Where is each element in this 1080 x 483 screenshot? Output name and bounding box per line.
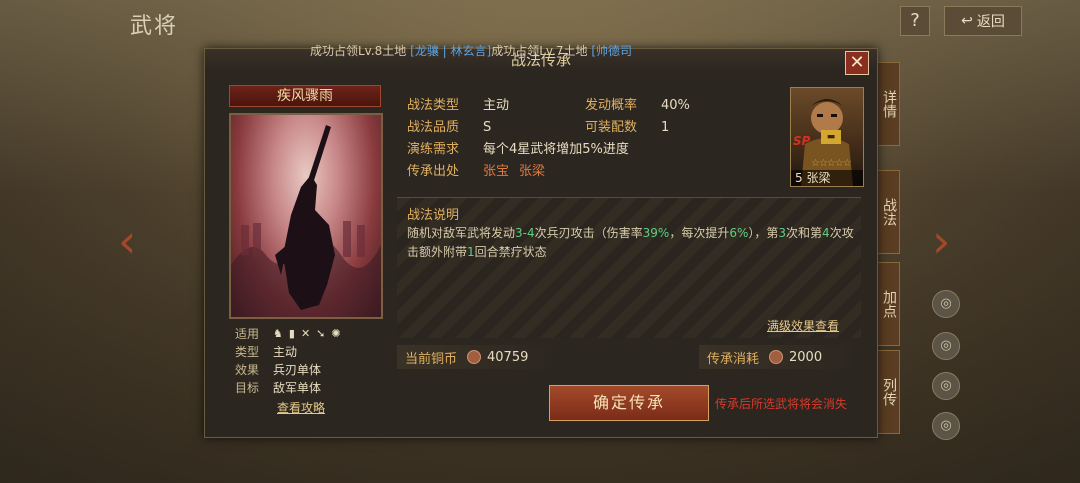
marquee-text-1: 成功占领Lv.8土地	[310, 44, 407, 58]
info-source-row: 传承出处 张宝 张梁	[407, 161, 629, 183]
desc-num: 4	[822, 226, 830, 240]
back-button[interactable]: ↩ 返回	[944, 6, 1022, 36]
broadcast-marquee: 成功占领Lv.8土地 [龙骧 | 林玄言]成功占领Lv.7土地 [帅德司	[310, 42, 770, 60]
inherit-cost-value: 2000	[789, 349, 823, 365]
info-type-value: 主动	[483, 98, 510, 113]
skill-art	[229, 113, 383, 319]
confirm-inherit-button[interactable]: 确定传承	[549, 385, 709, 421]
info-slots-value: 1	[661, 120, 670, 135]
attr-target-row: 目标 敌军单体	[235, 379, 341, 397]
hero-caption: 5 张梁	[791, 170, 863, 186]
desc-part: 次兵刃攻击（伤害率	[534, 226, 643, 240]
attr-type-value: 主动	[273, 345, 298, 359]
info-req-value: 每个4星武将增加5%进度	[483, 142, 629, 157]
current-copper-row: 当前铜币 40759	[397, 345, 561, 369]
desc-increase: 6%	[729, 226, 749, 240]
inherit-cost-row: 传承消耗 2000	[699, 345, 861, 369]
shield-icon: ▮	[288, 327, 295, 340]
side-icon-3[interactable]: ◎	[932, 372, 960, 400]
info-quality-value: S	[483, 120, 492, 135]
attr-effect-row: 效果 兵刃单体	[235, 361, 341, 379]
current-copper-value: 40759	[487, 349, 529, 365]
info-prob-label: 发动概率	[585, 98, 638, 113]
marquee-text-2: 成功占领Lv.7土地	[491, 44, 588, 58]
hero-chest-icon: ▬	[821, 130, 841, 144]
side-icon-1[interactable]: ◎	[932, 290, 960, 318]
spear-icon: ➘	[316, 327, 326, 340]
source-zhangbao-link[interactable]: 张宝	[483, 161, 509, 183]
back-button-label: 返回	[976, 14, 1005, 30]
desc-range: 3-4	[515, 226, 535, 240]
attr-target-value: 敌军单体	[273, 381, 322, 395]
attr-effect-label: 效果	[235, 363, 260, 377]
attr-effect-value: 兵刃单体	[273, 363, 322, 377]
skill-name: 疾风骤雨	[229, 85, 381, 107]
desc-part: 回合禁疗状态	[474, 245, 547, 259]
current-copper-label: 当前铜币	[405, 351, 458, 367]
desc-part: ），第	[748, 226, 779, 240]
marquee-player-tag: [龙骧 | 林玄言]	[410, 44, 492, 58]
info-source-label: 传承出处	[407, 164, 460, 179]
skill-art-image	[231, 125, 381, 317]
bow-icon: ✕	[300, 327, 311, 340]
cavalry-icon: ♞	[273, 327, 283, 340]
desc-part: ，每次提升	[669, 226, 730, 240]
desc-num: 3	[778, 226, 787, 240]
copper-coin-icon	[467, 350, 482, 364]
prev-arrow-icon[interactable]: ‹	[118, 218, 136, 264]
attr-target-label: 目标	[235, 381, 260, 395]
troop-type-icons: ♞ ▮ ✕ ➘ ✺	[273, 325, 341, 343]
attr-suit-label: 适用	[235, 327, 260, 341]
attr-type-label: 类型	[235, 345, 260, 359]
hero-stars: ☆☆☆☆☆	[811, 158, 852, 169]
side-icon-2[interactable]: ◎	[932, 332, 960, 360]
desc-part: 次和第	[786, 226, 823, 240]
inherit-cost-label: 传承消耗	[707, 351, 760, 367]
help-button[interactable]: ?	[900, 6, 930, 36]
view-guide-link[interactable]: 查看攻略	[277, 399, 325, 416]
inherit-skill-dialog: 战法传承 ✕ 疾风骤雨 适用 ♞ ▮ ✕ ➘ ✺ 类型 主动 效果 兵刃单体 目…	[204, 48, 878, 438]
side-icon-4[interactable]: ◎	[932, 412, 960, 440]
copper-coin-icon	[769, 350, 784, 364]
info-prob-row: 发动概率 40%	[585, 95, 690, 117]
max-level-effect-link[interactable]: 满级效果查看	[767, 317, 839, 334]
info-req-label: 演练需求	[407, 142, 460, 157]
info-slots-row: 可装配数 1	[585, 117, 669, 139]
desc-part: 随机对敌军武将发动	[407, 226, 516, 240]
info-req-row: 演练需求 每个4星武将增加5%进度	[407, 139, 629, 161]
page-title: 武将	[130, 14, 179, 39]
desc-num: 1	[467, 245, 475, 259]
description-text: 随机对敌军武将发动3-4次兵刃攻击（伤害率39%，每次提升6%），第3次和第4次…	[407, 224, 857, 262]
info-slots-label: 可装配数	[585, 120, 638, 135]
info-quality-label: 战法品质	[407, 120, 460, 135]
hero-sp-badge: SP	[793, 134, 811, 148]
info-prob-value: 40%	[661, 98, 690, 113]
info-type-label: 战法类型	[407, 98, 460, 113]
siege-icon: ✺	[331, 327, 341, 340]
description-title: 战法说明	[407, 208, 460, 223]
back-arrow-icon: ↩	[961, 13, 973, 29]
next-arrow-icon[interactable]: ›	[932, 218, 950, 264]
hero-portrait-card[interactable]: ▬ SP ☆☆☆☆☆ 5 张梁	[790, 87, 864, 187]
inherit-warning: 传承后所选武将将会消失	[715, 397, 848, 411]
attr-suit-row: 适用 ♞ ▮ ✕ ➘ ✺	[235, 325, 341, 343]
close-button[interactable]: ✕	[845, 51, 869, 75]
attr-type-row: 类型 主动	[235, 343, 341, 361]
desc-damage-rate: 39%	[642, 226, 670, 240]
marquee-player-tag-2: [帅德司	[591, 44, 633, 58]
skill-attributes: 适用 ♞ ▮ ✕ ➘ ✺ 类型 主动 效果 兵刃单体 目标 敌军单体	[235, 325, 341, 397]
source-zhangliang-link[interactable]: 张梁	[519, 161, 545, 183]
